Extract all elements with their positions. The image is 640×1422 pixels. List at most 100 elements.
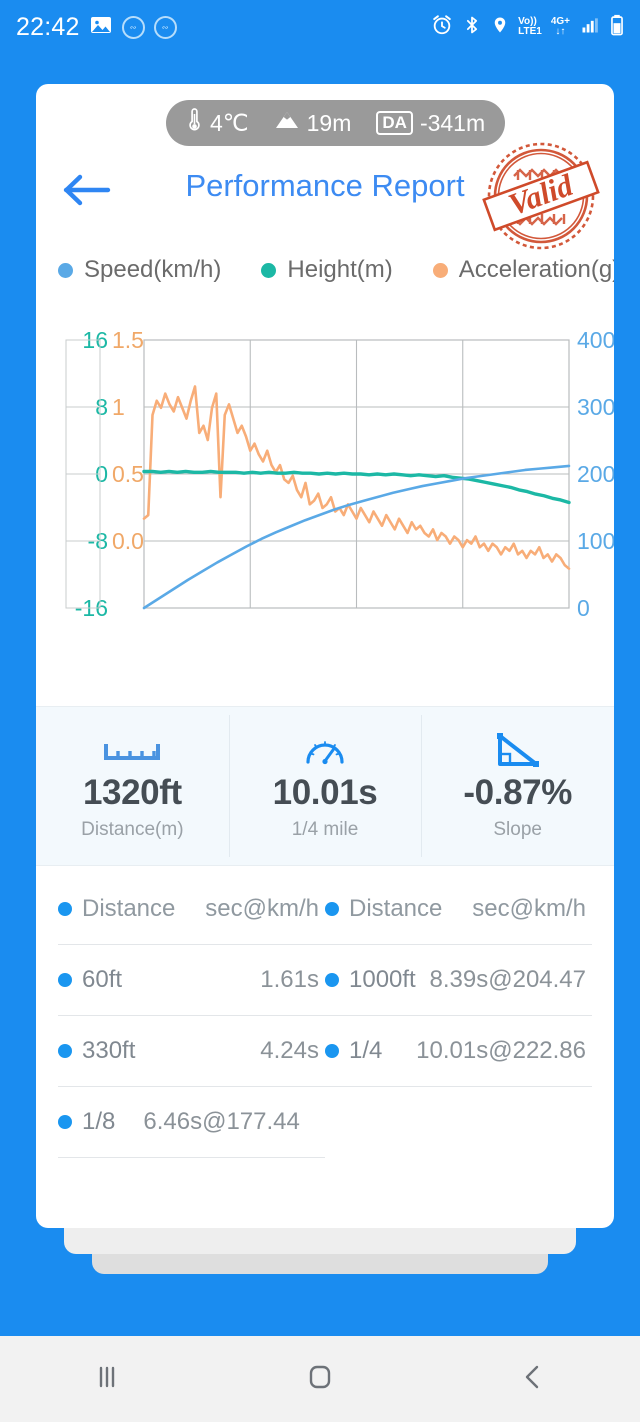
row-value: 4.24s <box>260 1037 319 1064</box>
thermometer-icon <box>186 107 203 139</box>
back-nav-button[interactable] <box>427 1336 640 1422</box>
alarm-icon <box>431 14 453 41</box>
recents-button[interactable] <box>0 1336 213 1422</box>
row-name: 1/8 <box>82 1108 116 1135</box>
bullet-icon <box>58 973 72 987</box>
signal-icon <box>579 15 601 40</box>
speedometer-icon <box>304 731 346 771</box>
stat-slope-label: Slope <box>493 819 542 840</box>
row-value: 8.39s@204.47 <box>429 966 586 993</box>
header-time-right: sec@km/h <box>472 895 586 922</box>
legend-dot-acceleration <box>432 262 448 278</box>
row-name: 1/4 <box>349 1037 383 1064</box>
row-cell-left: 1/8 6.46s@177.44 <box>58 1108 325 1136</box>
mountain-icon <box>274 109 300 137</box>
stat-quarter-mile: 10.01s 1/4 mile <box>228 707 422 865</box>
home-icon <box>304 1361 336 1398</box>
bullet-icon <box>325 973 339 987</box>
ruler-icon <box>103 731 161 771</box>
conditions-pill: 4℃ 19m DA -341m <box>166 100 506 146</box>
acceleration-axis-tick: 0.0 <box>112 528 144 554</box>
speed-axis-tick: 200 <box>577 461 614 487</box>
status-bar-clock: 22:42 <box>16 12 80 41</box>
location-icon <box>491 14 509 41</box>
row-cell-right: 1/4 10.01s@222.86 <box>325 1037 592 1065</box>
row-value: 10.01s@222.86 <box>416 1037 586 1064</box>
legend-item-acceleration[interactable]: Acceleration(g) <box>432 256 614 284</box>
speed-axis-tick: 300 <box>577 394 614 420</box>
row-name: 330ft <box>82 1037 136 1064</box>
row-name: 1000ft <box>349 966 416 993</box>
stat-slope-value: -0.87% <box>463 773 572 812</box>
row-name: 60ft <box>82 966 123 993</box>
data-arrows: ↓↑ <box>555 26 566 37</box>
legend-label-height: Height(m) <box>287 256 393 283</box>
row-cell-left: 60ft 1.61s <box>58 966 325 994</box>
status-bar-left: 22:42 ∾ ∾ <box>16 13 177 42</box>
summary-stats: 1320ft Distance(m) 10.01s 1/4 mile -0.87… <box>36 706 614 866</box>
legend-label-acceleration: Acceleration(g) <box>458 256 614 283</box>
volte-icon: Vo)) LTE1 <box>518 16 542 37</box>
card-header: Performance Report Valid <box>36 142 614 250</box>
back-icon <box>518 1362 548 1397</box>
status-bar-right: Vo)) LTE1 4G+ ↓↑ <box>431 14 624 41</box>
report-card: 4℃ 19m DA -341m Performance Report Valid… <box>36 84 614 1228</box>
stat-slope: -0.87% Slope <box>421 707 614 865</box>
speed-axis-tick: 0 <box>577 595 590 621</box>
stat-distance: 1320ft Distance(m) <box>36 707 229 865</box>
row-cell-right: 1000ft 8.39s@204.47 <box>325 966 592 994</box>
acceleration-axis-tick: 0.5 <box>112 461 144 487</box>
table-header-row: Distance sec@km/h Distance sec@km/h <box>58 874 592 944</box>
phone-screen: 22:42 ∾ ∾ Vo)) LTE1 4G+ ↓↑ 4℃ 19m DA -34… <box>0 0 640 1422</box>
header-col-left: Distance sec@km/h <box>58 895 325 923</box>
legend-dot-speed <box>58 262 73 278</box>
network-type-icon: 4G+ ↓↑ <box>551 16 570 38</box>
table-row: 330ft 4.24s 1/4 10.01s@222.86 <box>58 1016 592 1086</box>
legend-item-speed[interactable]: Speed(km/h) <box>58 256 221 284</box>
bluetooth-icon <box>462 14 482 41</box>
bullet-icon <box>58 1115 72 1129</box>
slope-icon <box>494 731 542 771</box>
stat-distance-label: Distance(m) <box>81 819 184 840</box>
speed-axis-tick: 400 <box>577 327 614 353</box>
density-altitude-badge: DA <box>376 110 413 136</box>
stat-quarter-mile-label: 1/4 mile <box>291 819 359 840</box>
recents-icon <box>92 1362 122 1397</box>
speed-axis-tick: 100 <box>577 528 614 554</box>
chart-legend: Speed(km/h) Height(m) Acceleration(g) <box>58 256 614 284</box>
header-distance-right: Distance <box>349 895 443 922</box>
row-value: 1.61s <box>260 966 319 993</box>
ring-icon: ∾ <box>121 15 145 39</box>
chart-canvas: 1680-8-161.510.50.04003002001000 <box>65 327 614 621</box>
table-row: 60ft 1.61s 1000ft 8.39s@204.47 <box>58 945 592 1015</box>
bullet-icon <box>58 1044 72 1058</box>
results-table: Distance sec@km/h Distance sec@km/h 60ft… <box>36 874 614 1158</box>
bullet-icon <box>325 902 339 916</box>
valid-stamp: Valid <box>476 132 606 260</box>
header-col-right: Distance sec@km/h <box>325 895 592 923</box>
header-distance-left: Distance <box>82 895 176 922</box>
home-button[interactable] <box>213 1336 426 1422</box>
legend-item-height[interactable]: Height(m) <box>261 256 393 284</box>
stat-quarter-mile-value: 10.01s <box>272 773 378 812</box>
legend-label-speed: Speed(km/h) <box>84 256 222 283</box>
row-cell-left: 330ft 4.24s <box>58 1037 325 1065</box>
acceleration-axis-tick: 1.5 <box>112 327 144 353</box>
row-value: 6.46s@177.44 <box>143 1108 300 1135</box>
performance-chart: 16 8 0 -8 -16 1.5 1 0.5 0.0 400 300 200 100 0 <box>36 320 614 650</box>
image-icon <box>89 13 113 42</box>
stat-distance-value: 1320ft <box>82 773 182 812</box>
header-time-left: sec@km/h <box>205 895 319 922</box>
bullet-icon <box>58 902 72 916</box>
battery-icon <box>610 14 624 41</box>
temperature-value: 4℃ <box>210 109 249 136</box>
altitude-value: 19m <box>306 109 352 136</box>
bullet-icon <box>325 1044 339 1058</box>
legend-dot-height <box>261 262 277 278</box>
android-nav-bar <box>0 1336 640 1422</box>
ring-icon: ∾ <box>153 15 177 39</box>
acceleration-axis-tick: 1 <box>112 394 125 420</box>
table-row: 1/8 6.46s@177.44 <box>58 1087 592 1157</box>
divider <box>58 1157 325 1158</box>
status-bar: 22:42 ∾ ∾ Vo)) LTE1 4G+ ↓↑ <box>0 0 640 54</box>
